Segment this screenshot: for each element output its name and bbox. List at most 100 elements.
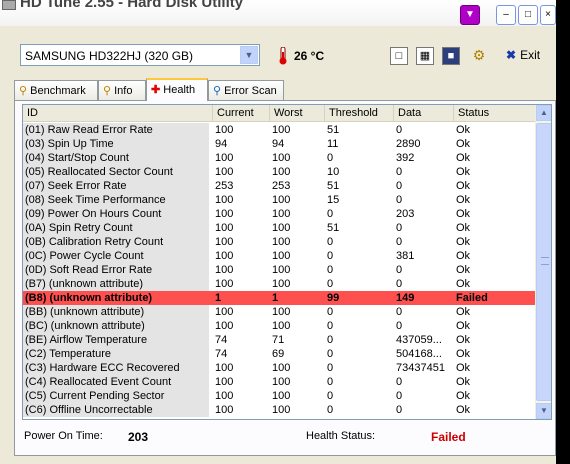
cell-data: 149 xyxy=(396,292,415,304)
copy-screenshot-icon[interactable]: ▦ xyxy=(416,47,434,65)
table-row[interactable]: (05) Reallocated Sector Count 100 100 10 0 Ok xyxy=(23,165,537,179)
tab-health[interactable]: ✚ Health xyxy=(146,78,208,101)
smart-table[interactable]: ID Current Worst Threshold Data Status (… xyxy=(22,104,552,420)
cell-current: 100 xyxy=(215,166,234,178)
cell-data: 0 xyxy=(396,166,403,178)
vertical-scrollbar[interactable]: ▲ ▼ xyxy=(535,105,551,419)
cell-current: 100 xyxy=(215,306,234,318)
cell-current: 1 xyxy=(215,292,222,304)
cell-status: Ok xyxy=(456,320,471,332)
cell-id: (C6) Offline Uncorrectable xyxy=(23,403,209,417)
cell-status: Ok xyxy=(456,376,471,388)
copy-icon[interactable]: □ xyxy=(390,47,408,65)
cell-status: Ok xyxy=(456,334,471,346)
table-row[interactable]: (BB) (unknown attribute) 100 100 0 0 Ok xyxy=(23,305,537,319)
cell-current: 100 xyxy=(215,390,234,402)
table-row[interactable]: (C3) Hardware ECC Recovered 100 100 0 734374… xyxy=(23,361,537,375)
cell-current: 100 xyxy=(215,236,234,248)
cell-current: 100 xyxy=(215,124,234,136)
save-icon[interactable]: ■ xyxy=(442,47,460,65)
tab-label: Health xyxy=(163,84,196,96)
table-row[interactable]: (09) Power On Hours Count 100 100 0 203 Ok xyxy=(23,207,537,221)
minimize-icon[interactable]: – xyxy=(496,5,516,25)
cell-status: Ok xyxy=(456,222,471,234)
cell-threshold: 0 xyxy=(327,278,334,290)
tab-error-scan[interactable]: ⚲ Error Scan xyxy=(208,80,284,100)
title-bar[interactable]: HD Tune 2.55 - Hard Disk Utility ▼ – □ × xyxy=(0,0,556,26)
window-title: HD Tune 2.55 - Hard Disk Utility xyxy=(20,0,244,11)
table-row[interactable]: (0B) Calibration Retry Count 100 100 0 0 Ok xyxy=(23,235,537,249)
health-status-label: Health Status: xyxy=(306,430,376,442)
error-scan-icon: ⚲ xyxy=(213,85,222,97)
maximize-icon[interactable]: □ xyxy=(518,5,538,25)
app-window: HD Tune 2.55 - Hard Disk Utility ▼ – □ ×… xyxy=(0,0,556,464)
cell-status: Ok xyxy=(456,180,471,192)
column-header-current[interactable]: Current xyxy=(213,105,270,122)
cell-data: 0 xyxy=(396,404,403,416)
cell-data: 0 xyxy=(396,376,403,388)
table-row[interactable]: (01) Raw Read Error Rate 100 100 51 0 Ok xyxy=(23,123,537,137)
cell-data: 437059... xyxy=(396,334,442,346)
cell-data: 2890 xyxy=(396,138,421,150)
table-row[interactable]: (C2) Temperature 74 69 0 504168... Ok xyxy=(23,347,537,361)
table-row[interactable]: (BC) (unknown attribute) 100 100 0 0 Ok xyxy=(23,319,537,333)
column-header-worst[interactable]: Worst xyxy=(270,105,325,122)
table-row[interactable]: (C6) Offline Uncorrectable 100 100 0 0 Ok xyxy=(23,403,537,417)
tab-info[interactable]: ⚲ Info xyxy=(98,80,146,100)
health-icon: ✚ xyxy=(151,84,161,96)
table-row-failed[interactable]: (B8) (unknown attribute) 1 1 99 149 Failed xyxy=(23,291,537,305)
cell-worst: 100 xyxy=(272,390,291,402)
scroll-down-icon[interactable]: ▼ xyxy=(536,403,551,419)
cell-current: 100 xyxy=(215,278,234,290)
options-icon[interactable]: ⚙ xyxy=(470,47,488,65)
cell-worst: 100 xyxy=(272,250,291,262)
toolbar: SAMSUNG HD322HJ (320 GB) ▼ 26 °C □ ▦ ■ ⚙… xyxy=(0,40,556,70)
table-row[interactable]: (0A) Spin Retry Count 100 100 51 0 Ok xyxy=(23,221,537,235)
cell-threshold: 99 xyxy=(327,292,340,304)
cell-current: 100 xyxy=(215,362,234,374)
cell-threshold: 0 xyxy=(327,208,334,220)
cell-current: 100 xyxy=(215,152,234,164)
table-row[interactable]: (07) Seek Error Rate 253 253 51 0 Ok xyxy=(23,179,537,193)
cell-worst: 100 xyxy=(272,124,291,136)
column-header-id[interactable]: ID xyxy=(23,105,213,122)
table-row[interactable]: (08) Seek Time Performance 100 100 15 0 Ok xyxy=(23,193,537,207)
table-row[interactable]: (0C) Power Cycle Count 100 100 0 381 Ok xyxy=(23,249,537,263)
close-icon[interactable]: × xyxy=(540,5,556,25)
table-row[interactable]: (B7) (unknown attribute) 100 100 0 0 Ok xyxy=(23,277,537,291)
table-row[interactable]: (C4) Reallocated Event Count 100 100 0 0 Ok xyxy=(23,375,537,389)
cell-status: Ok xyxy=(456,250,471,262)
cell-data: 0 xyxy=(396,390,403,402)
cell-worst: 100 xyxy=(272,362,291,374)
table-row[interactable]: (0D) Soft Read Error Rate 100 100 0 0 Ok xyxy=(23,263,537,277)
cell-status: Ok xyxy=(456,138,471,150)
column-header-status[interactable]: Status xyxy=(454,105,537,122)
cell-current: 100 xyxy=(215,320,234,332)
drive-select[interactable]: SAMSUNG HD322HJ (320 GB) ▼ xyxy=(20,44,260,66)
cell-current: 100 xyxy=(215,222,234,234)
cell-worst: 100 xyxy=(272,320,291,332)
cell-id: (0B) Calibration Retry Count xyxy=(23,235,209,249)
cell-status: Ok xyxy=(456,362,471,374)
tab-benchmark[interactable]: ⚲ Benchmark xyxy=(14,80,98,100)
cell-threshold: 0 xyxy=(327,306,334,318)
table-row[interactable]: (03) Spin Up Time 94 94 11 2890 Ok xyxy=(23,137,537,151)
tray-icon[interactable]: ▼ xyxy=(460,5,480,25)
cell-data: 0 xyxy=(396,306,403,318)
cell-status: Ok xyxy=(456,152,471,164)
table-row[interactable]: (04) Start/Stop Count 100 100 0 392 Ok xyxy=(23,151,537,165)
cell-current: 100 xyxy=(215,376,234,388)
cell-id: (C5) Current Pending Sector xyxy=(23,389,209,403)
cell-status: Ok xyxy=(456,236,471,248)
column-header-data[interactable]: Data xyxy=(394,105,454,122)
table-row[interactable]: (BE) Airflow Temperature 74 71 0 437059... Ok xyxy=(23,333,537,347)
column-header-threshold[interactable]: Threshold xyxy=(325,105,394,122)
cell-status: Failed xyxy=(456,292,488,304)
exit-button[interactable]: ✖ Exit xyxy=(506,48,540,62)
chevron-down-icon[interactable]: ▼ xyxy=(240,46,258,64)
cell-worst: 69 xyxy=(272,348,285,360)
table-row[interactable]: (C5) Current Pending Sector 100 100 0 0 Ok xyxy=(23,389,537,403)
scrollbar-thumb[interactable] xyxy=(536,123,551,401)
scroll-up-icon[interactable]: ▲ xyxy=(536,105,551,121)
hd-tune-app-icon xyxy=(2,0,16,10)
